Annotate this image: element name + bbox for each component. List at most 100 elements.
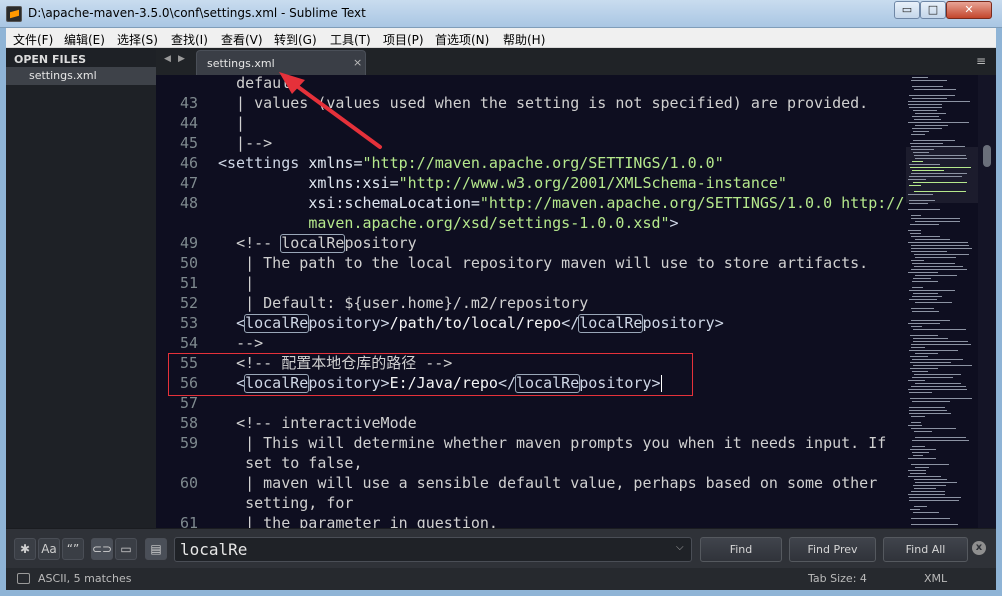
maximize-button[interactable]: □ [920, 1, 946, 19]
minimap-line [912, 401, 950, 402]
minimap-line [908, 323, 940, 324]
minimap-line [908, 476, 941, 477]
menu-find[interactable]: 查找(I) [171, 31, 208, 48]
minimap-line [908, 470, 926, 471]
case-sensitive-toggle[interactable]: Aa [38, 538, 60, 560]
minimap-line [912, 116, 939, 117]
minimap-line [909, 290, 955, 291]
find-input[interactable]: localRe [174, 537, 692, 562]
code-line: xsi:schemaLocation="http://maven.apache.… [218, 193, 904, 213]
tab-menu-icon[interactable]: ≡ [976, 54, 986, 68]
minimap-line [912, 287, 923, 288]
minimap-line [911, 344, 971, 345]
search-match-highlight: localRe [244, 314, 310, 333]
minimap-line [908, 230, 921, 231]
sidebar-file-settings-xml[interactable]: settings.xml [6, 67, 156, 85]
code-comment: setting, for [245, 494, 354, 512]
highlight-matches-toggle[interactable]: ▤ [145, 538, 167, 560]
minimap-line [915, 158, 967, 159]
minimap-line [911, 524, 958, 525]
minimap-line [909, 407, 945, 408]
regex-toggle[interactable]: ✱ [14, 538, 36, 560]
code-comment: | maven will use a sensible default valu… [245, 474, 878, 492]
tab-size-indicator[interactable]: Tab Size: 4 [808, 572, 867, 585]
tab-scroll-right-icon[interactable]: ▶ [178, 54, 185, 64]
line-number: 60 [179, 474, 198, 492]
line-number: 54 [179, 334, 198, 352]
syntax-indicator[interactable]: XML [924, 572, 947, 585]
close-find-panel-icon[interactable]: x [972, 541, 986, 555]
wrap-toggle[interactable]: ⊂⊃ [91, 538, 113, 560]
title-bar: D:\apache-maven-3.5.0\conf\settings.xml … [0, 0, 1002, 28]
minimap-line [910, 224, 939, 225]
minimap-line [910, 167, 971, 168]
minimap-line [909, 200, 935, 201]
menu-project[interactable]: 项目(P) [383, 31, 424, 48]
minimap-line [915, 275, 957, 276]
annotation-highlight-box [168, 353, 693, 396]
code-line: set to false, [218, 453, 362, 473]
minimap-line [911, 269, 967, 270]
minimap-line [910, 473, 926, 474]
menu-file[interactable]: 文件(F) [13, 31, 53, 48]
menu-selection[interactable]: 选择(S) [117, 31, 158, 48]
code-line: maven.apache.org/xsd/settings-1.0.0.xsd"… [218, 213, 678, 233]
code-text: /path/to/local/repo [389, 314, 562, 332]
minimap-line [908, 104, 942, 105]
tab-settings-xml[interactable]: settings.xml × [196, 50, 366, 75]
find-button[interactable]: Find [700, 537, 782, 562]
code-comment: |--> [227, 134, 273, 152]
minimap-line [914, 254, 969, 255]
find-prev-button[interactable]: Find Prev [789, 537, 876, 562]
minimap-line [908, 242, 968, 243]
minimap-line [909, 107, 942, 108]
minimap-line [913, 110, 937, 111]
minimap-line [914, 89, 956, 90]
minimap-line [912, 371, 928, 372]
tab-scroll-left-icon[interactable]: ◀ [164, 54, 171, 64]
vertical-scrollbar[interactable] [978, 75, 996, 528]
whole-word-toggle[interactable]: “” [62, 538, 84, 560]
minimap-line [913, 293, 938, 294]
status-text: ASCII, 5 matches [38, 572, 132, 585]
window-title: D:\apache-maven-3.5.0\conf\settings.xml … [28, 6, 366, 20]
minimap-line [915, 257, 956, 258]
minimap-line [909, 500, 959, 501]
minimap-line [910, 362, 951, 363]
in-selection-toggle[interactable]: ▭ [115, 538, 137, 560]
line-number: 48 [179, 194, 198, 212]
code-comment: <!-- [236, 234, 282, 252]
minimap-line [910, 143, 943, 144]
code-line: <!-- interactiveMode [218, 413, 417, 433]
find-all-button[interactable]: Find All [883, 537, 968, 562]
code-string: "http://maven.apache.org/SETTINGS/1.0.0" [362, 154, 724, 172]
sublime-app-icon [6, 6, 22, 22]
code-comment: | This will determine whether maven prom… [245, 434, 887, 452]
minimap-line [913, 152, 929, 153]
scrollbar-thumb[interactable] [983, 145, 991, 167]
minimap-line [908, 272, 938, 273]
code-line: | [218, 273, 254, 293]
minimap[interactable] [906, 75, 978, 528]
menu-preferences[interactable]: 首选项(N) [435, 31, 489, 48]
menu-view[interactable]: 查看(V) [221, 31, 263, 48]
menu-goto[interactable]: 转到(G) [274, 31, 317, 48]
menu-help[interactable]: 帮助(H) [503, 31, 545, 48]
line-number: 47 [179, 174, 198, 192]
close-window-button[interactable]: ✕ [946, 1, 992, 19]
code-tag: </ [561, 314, 580, 332]
minimap-line [912, 440, 969, 441]
minimize-button[interactable]: ▭ [894, 1, 920, 19]
find-history-dropdown-icon[interactable]: ⌵ [676, 542, 684, 553]
menu-tools[interactable]: 工具(T) [330, 31, 371, 48]
tab-close-icon[interactable]: × [353, 56, 362, 69]
menu-edit[interactable]: 编辑(E) [64, 31, 105, 48]
code-comment: default [236, 75, 300, 92]
code-editor[interactable]: 43 44 45 46 47 48 49 50 51 52 53 54 55 5… [156, 75, 906, 528]
code-line: setting, for [218, 493, 353, 513]
tab-bar: ◀ ▶ settings.xml × ≡ [156, 48, 996, 75]
minimap-line [912, 359, 963, 360]
minimap-line [913, 485, 946, 486]
minimap-line [915, 221, 960, 222]
console-toggle-icon[interactable] [17, 573, 30, 584]
